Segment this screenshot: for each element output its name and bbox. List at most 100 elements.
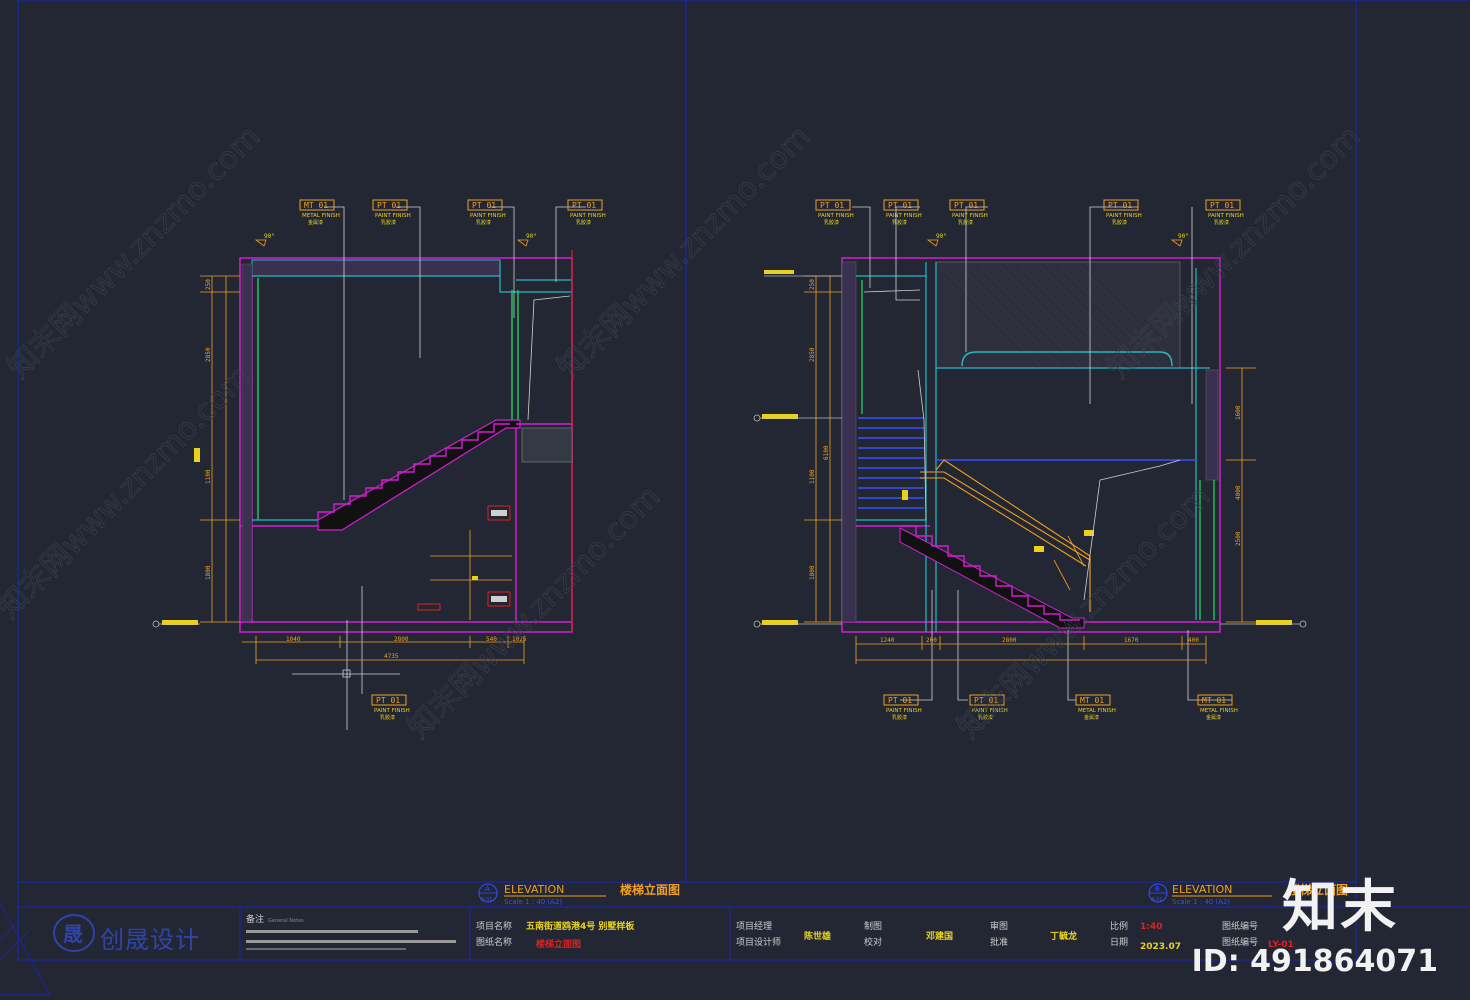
dimension-label: 1040: [286, 636, 301, 643]
watermark-brand: 知末: [1282, 875, 1398, 940]
dimension-label: 1240: [880, 637, 895, 644]
company-logo-text: 创晟设计: [100, 926, 200, 954]
svg-text:PT 01: PT 01: [820, 201, 844, 210]
svg-text:比例: 比例: [1110, 920, 1128, 932]
svg-text:MT 01: MT 01: [304, 201, 328, 210]
dimension-label: 1100: [205, 469, 212, 484]
svg-text:Scale 1 : 40 (A2): Scale 1 : 40 (A2): [504, 898, 562, 906]
svg-text:PT 01: PT 01: [472, 201, 496, 210]
svg-text:90°: 90°: [1178, 233, 1189, 240]
dimension-label: 2850: [809, 347, 816, 362]
material-tag: PT 01 PAINT FINISH乳胶漆: [372, 199, 411, 226]
material-tag: PT 01 PAINT FINISH乳胶漆: [815, 199, 854, 226]
title-block: 晟 备注 General Notes 项目名称 图纸名称 项目经理 项目设计师 …: [53, 907, 1294, 960]
title-left: A A-01 ELEVATION Scale 1 : 40 (A2) 楼梯立面图: [478, 882, 680, 906]
svg-text:晟: 晟: [63, 922, 83, 946]
cad-drawing-canvas[interactable]: 90° 90° 90° 90° MT 01METAL FINISH金属漆PT 0…: [0, 0, 1470, 1000]
svg-text:PT 01: PT 01: [888, 201, 912, 210]
dimension-label: 1670: [1124, 637, 1139, 644]
svg-text:乳胶漆: 乳胶漆: [476, 219, 491, 226]
svg-text:METAL FINISH: METAL FINISH: [1078, 708, 1116, 714]
dimension-label: 4735: [384, 653, 399, 660]
svg-text:90°: 90°: [936, 233, 947, 240]
svg-text:A-01: A-01: [481, 897, 492, 903]
svg-text:项目名称: 项目名称: [476, 920, 512, 932]
dimension-label: 2800: [394, 636, 409, 643]
svg-text:校对: 校对: [864, 936, 882, 948]
dimension-label: 250: [205, 279, 212, 290]
svg-text:METAL FINISH: METAL FINISH: [1200, 708, 1238, 714]
svg-text:知末网www.znzmo.com: 知末网www.znzmo.com: [951, 479, 1217, 745]
svg-text:2023.07: 2023.07: [1140, 942, 1181, 952]
svg-text:乳胶漆: 乳胶漆: [824, 219, 839, 226]
svg-text:乳胶漆: 乳胶漆: [380, 714, 395, 721]
material-tag: PT 01 PAINT FINISH乳胶漆: [883, 694, 922, 721]
material-tag: PT 01 PAINT FINISH乳胶漆: [1205, 199, 1244, 226]
svg-text:陈世雄: 陈世雄: [804, 930, 831, 942]
svg-text:审图: 审图: [990, 920, 1008, 932]
svg-text:PT 01: PT 01: [377, 201, 401, 210]
svg-text:乳胶漆: 乳胶漆: [1214, 219, 1229, 226]
svg-text:General Notes: General Notes: [268, 918, 304, 924]
svg-text:知末网www.znzmo.com: 知末网www.znzmo.com: [551, 119, 817, 385]
svg-text:图纸名称: 图纸名称: [476, 936, 512, 948]
svg-text:批准: 批准: [990, 936, 1008, 948]
svg-text:PT 01: PT 01: [376, 696, 400, 705]
dimension-label: 250: [809, 279, 816, 290]
corner-marks: [0, 902, 51, 996]
svg-text:金属漆: 金属漆: [1084, 714, 1099, 721]
svg-text:A: A: [485, 885, 490, 893]
svg-text:PAINT FINISH: PAINT FINISH: [570, 213, 606, 219]
svg-text:ELEVATION: ELEVATION: [504, 883, 564, 896]
dimension-label: 1100: [809, 469, 816, 484]
svg-text:PAINT FINISH: PAINT FINISH: [1106, 213, 1142, 219]
svg-text:知末网www.znzmo.com: 知末网www.znzmo.com: [1, 119, 267, 385]
material-tag: PT 01 PAINT FINISH乳胶漆: [883, 199, 922, 226]
svg-text:A-01: A-01: [1151, 897, 1162, 903]
svg-text:项目设计师: 项目设计师: [736, 936, 781, 948]
svg-text:PT 01: PT 01: [888, 696, 912, 705]
svg-text:PT 01: PT 01: [572, 201, 596, 210]
svg-text:金属漆: 金属漆: [1206, 714, 1221, 721]
dimension-label: 1800: [809, 565, 816, 580]
svg-text:制图: 制图: [864, 920, 882, 932]
watermark-text: 知末网www.znzmo.com 知末网www.znzmo.com 知末网www…: [0, 119, 1367, 746]
dimension-label: 400: [1188, 637, 1199, 644]
left-elevation: 90° 90°: [152, 206, 586, 730]
dimension-label: 6100: [823, 445, 830, 460]
svg-text:PAINT FINISH: PAINT FINISH: [952, 213, 988, 219]
svg-text:金属漆: 金属漆: [308, 219, 323, 226]
material-tag: MT 01 METAL FINISH金属漆: [1197, 694, 1238, 721]
svg-text:90°: 90°: [526, 233, 537, 240]
stair-left: [317, 419, 573, 531]
svg-text:METAL FINISH: METAL FINISH: [302, 213, 340, 219]
svg-text:MT 01: MT 01: [1202, 696, 1226, 705]
svg-text:楼梯立面图: 楼梯立面图: [536, 938, 581, 950]
svg-text:知末网www.znzmo.com: 知末网www.znzmo.com: [0, 359, 257, 625]
svg-text:知末网www.znzmo.com: 知末网www.znzmo.com: [401, 479, 667, 745]
svg-text:乳胶漆: 乳胶漆: [892, 219, 907, 226]
material-tag: PT 01 PAINT FINISH乳胶漆: [1103, 199, 1142, 226]
svg-text:乳胶漆: 乳胶漆: [892, 714, 907, 721]
svg-text:乳胶漆: 乳胶漆: [958, 219, 973, 226]
dimension-label: 4000: [1235, 485, 1242, 500]
svg-text:备注: 备注: [246, 913, 264, 925]
svg-text:图纸编号: 图纸编号: [1222, 920, 1258, 932]
svg-text:90°: 90°: [264, 233, 275, 240]
svg-text:B: B: [1155, 885, 1160, 893]
svg-text:丁毓龙: 丁毓龙: [1050, 930, 1077, 942]
svg-text:项目经理: 项目经理: [736, 920, 772, 932]
dimension-label: 2850: [205, 347, 212, 362]
svg-text:PAINT FINISH: PAINT FINISH: [886, 213, 922, 219]
material-tag: MT 01 METAL FINISH金属漆: [299, 199, 340, 226]
stair-right: [899, 459, 1094, 629]
svg-text:ELEVATION: ELEVATION: [1172, 883, 1232, 896]
svg-text:五南街道鸥港4号 别墅样板: 五南街道鸥港4号 别墅样板: [526, 920, 635, 932]
svg-text:MT 01: MT 01: [1080, 696, 1104, 705]
svg-text:PAINT FINISH: PAINT FINISH: [886, 708, 922, 714]
material-tag: PT 01 PAINT FINISH乳胶漆: [467, 199, 506, 226]
svg-text:乳胶漆: 乳胶漆: [576, 219, 591, 226]
svg-text:1:40: 1:40: [1140, 922, 1162, 932]
svg-text:乳胶漆: 乳胶漆: [381, 219, 396, 226]
svg-text:PAINT FINISH: PAINT FINISH: [374, 708, 410, 714]
